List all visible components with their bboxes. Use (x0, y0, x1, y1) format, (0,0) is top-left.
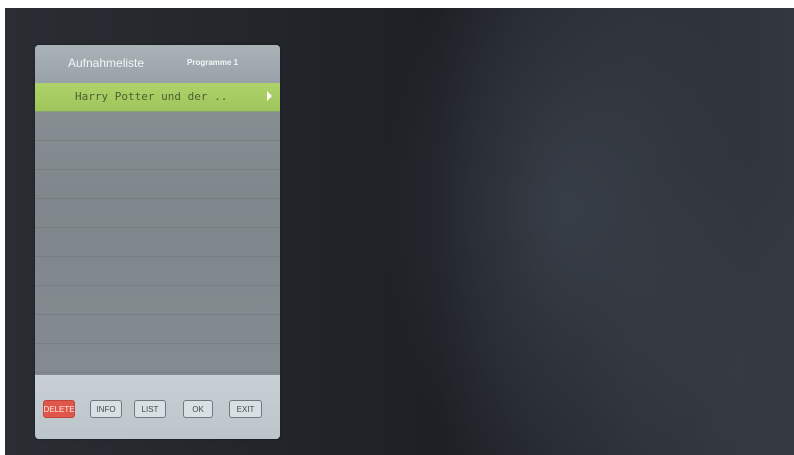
tv-screen: Aufnahmeliste Programme 1 Harry Potter u… (5, 8, 794, 455)
info-button[interactable]: INFO (90, 400, 122, 418)
recording-list-panel: Aufnahmeliste Programme 1 Harry Potter u… (35, 45, 280, 439)
list-item[interactable] (35, 315, 280, 344)
recording-list: Harry Potter und der .. (35, 83, 280, 373)
list-item[interactable] (35, 141, 280, 170)
list-item[interactable] (35, 228, 280, 257)
delete-button[interactable]: DELETE (43, 400, 75, 418)
exit-button[interactable]: EXIT (229, 400, 262, 418)
list-button[interactable]: LIST (134, 400, 166, 418)
list-item-label: Harry Potter und der .. (75, 90, 228, 103)
list-item[interactable] (35, 112, 280, 141)
list-item[interactable] (35, 199, 280, 228)
list-item[interactable]: Harry Potter und der .. (35, 83, 280, 112)
program-filter[interactable]: Programme 1 (187, 58, 238, 67)
panel-title: Aufnahmeliste (68, 56, 145, 70)
list-item[interactable] (35, 286, 280, 315)
list-item[interactable] (35, 170, 280, 199)
button-bar: DELETE INFO LIST OK EXIT (35, 375, 280, 439)
list-item[interactable] (35, 257, 280, 286)
panel-header: Aufnahmeliste Programme 1 (35, 45, 280, 83)
tv-frame: Aufnahmeliste Programme 1 Harry Potter u… (0, 0, 794, 455)
chevron-right-icon (267, 91, 272, 101)
ok-button[interactable]: OK (183, 400, 213, 418)
list-item[interactable] (35, 344, 280, 373)
